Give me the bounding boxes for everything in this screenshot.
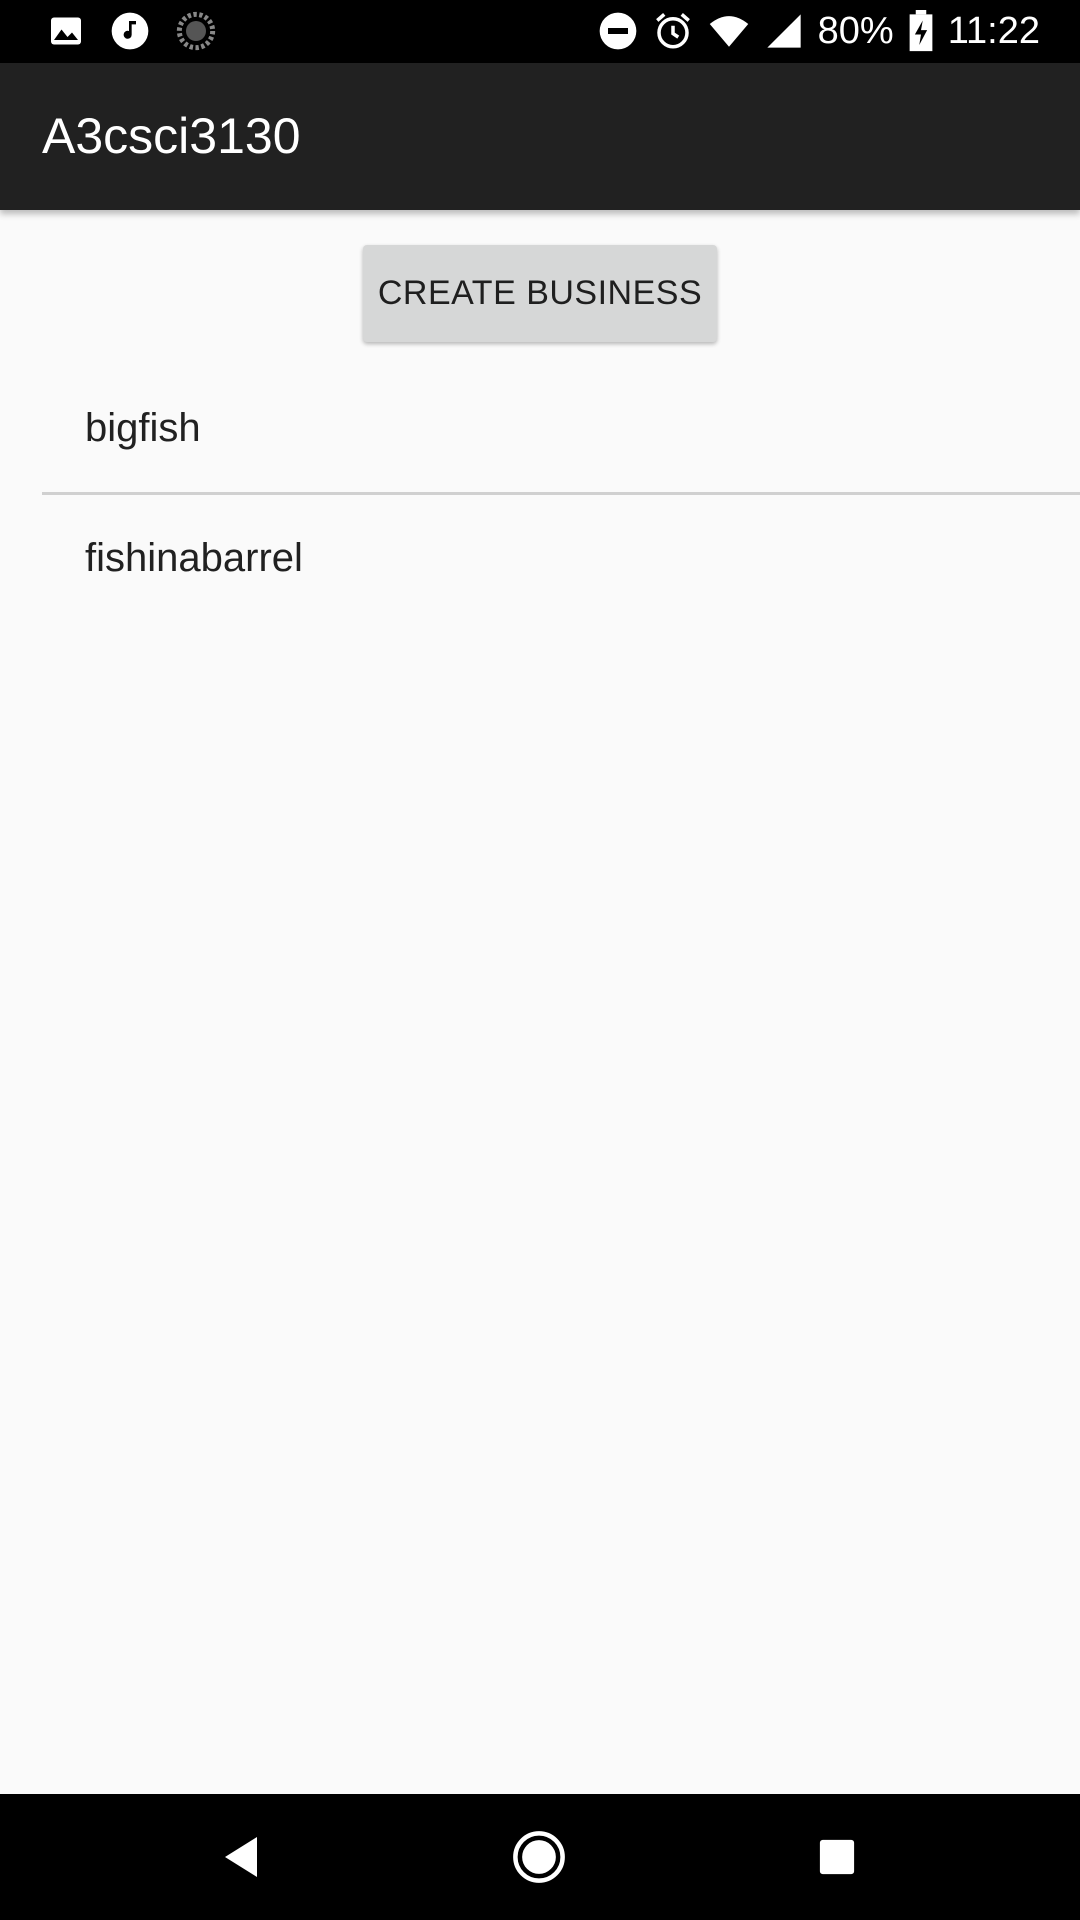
main-content: CREATE BUSINESS bigfish fishinabarrel <box>0 210 1080 1794</box>
navigation-bar <box>0 1794 1080 1920</box>
list-item[interactable]: bigfish <box>42 365 1080 492</box>
wifi-icon <box>708 10 750 52</box>
recents-button[interactable] <box>802 1822 872 1892</box>
back-icon <box>221 1835 261 1879</box>
app-title: A3csci3130 <box>42 108 301 164</box>
image-icon <box>48 13 84 49</box>
battery-percentage: 80% <box>817 10 894 52</box>
create-business-button[interactable]: CREATE BUSINESS <box>363 245 717 342</box>
status-bar-system: 80% 11:22 <box>598 8 1040 54</box>
do-not-disturb-icon <box>598 11 638 51</box>
status-bar-notifications <box>48 10 216 52</box>
status-bar: 80% 11:22 <box>0 0 1080 63</box>
list-item[interactable]: fishinabarrel <box>42 495 1080 622</box>
loading-icon <box>176 11 216 51</box>
back-button[interactable] <box>206 1822 276 1892</box>
app-bar: A3csci3130 <box>0 63 1080 210</box>
cell-signal-icon <box>764 11 804 51</box>
screen: 80% 11:22 A3csci3130 CREATE BUSINESS big… <box>0 0 1080 1920</box>
business-list: bigfish fishinabarrel <box>42 365 1080 622</box>
clock: 11:22 <box>947 10 1040 52</box>
home-button[interactable] <box>504 1822 574 1892</box>
home-icon <box>512 1830 566 1884</box>
battery-charging-icon <box>908 10 934 52</box>
recents-icon <box>818 1838 856 1876</box>
music-icon <box>110 11 150 51</box>
alarm-icon <box>652 10 694 52</box>
